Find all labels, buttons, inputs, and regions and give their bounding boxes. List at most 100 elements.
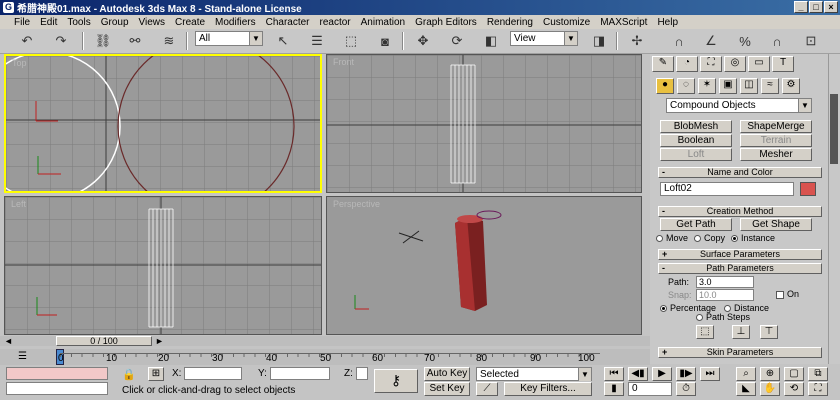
- pivot-center-icon[interactable]: ◨: [588, 31, 610, 51]
- app-icon[interactable]: G: [3, 2, 14, 13]
- unlink-icon[interactable]: ⚯: [124, 31, 146, 51]
- previous-shape-icon[interactable]: ⊥: [732, 325, 750, 339]
- menu-help[interactable]: Help: [653, 17, 684, 28]
- spinner-snap-icon[interactable]: ∩: [766, 31, 788, 51]
- loft-button[interactable]: Loft: [660, 148, 732, 161]
- minimize-button[interactable]: _: [794, 1, 808, 13]
- create-tab-icon[interactable]: ✎: [652, 56, 674, 72]
- space-warps-category-icon[interactable]: ≈: [761, 78, 779, 94]
- loft-column-wireframe[interactable]: [450, 64, 476, 184]
- field-of-view-icon[interactable]: ◣: [736, 382, 756, 396]
- next-shape-icon[interactable]: ⊤: [760, 325, 778, 339]
- move-radio[interactable]: Move: [656, 233, 688, 243]
- set-key-button[interactable]: Set Key: [424, 382, 470, 396]
- key-mode-icon[interactable]: ⚷: [374, 369, 418, 393]
- next-frame-icon[interactable]: ▮▶: [676, 367, 696, 381]
- viewport-label-left[interactable]: Left: [11, 199, 26, 209]
- x-coordinate-input[interactable]: [184, 367, 242, 380]
- go-to-end-icon[interactable]: ⏭: [700, 367, 720, 381]
- lock-selection-icon[interactable]: 🔒: [122, 368, 136, 381]
- menu-tools[interactable]: Tools: [63, 17, 96, 28]
- snap-spinner[interactable]: 10.0: [696, 289, 754, 301]
- select-and-manipulate-icon[interactable]: ✢: [626, 31, 648, 51]
- shapemerge-button[interactable]: ShapeMerge: [740, 120, 812, 133]
- hierarchy-tab-icon[interactable]: ⛶: [700, 56, 722, 72]
- named-selection-icon[interactable]: ⊡: [800, 31, 822, 51]
- name-and-color-rollout[interactable]: - Name and Color: [658, 167, 822, 178]
- object-name-input[interactable]: Loft02: [660, 182, 794, 196]
- scrollbar-thumb[interactable]: [830, 94, 838, 164]
- display-tab-icon[interactable]: ▭: [748, 56, 770, 72]
- maxscript-output[interactable]: [6, 382, 108, 395]
- path-spinner[interactable]: 3.0: [696, 276, 754, 288]
- select-and-move-icon[interactable]: ✥: [412, 31, 434, 51]
- z-coordinate-input[interactable]: [356, 367, 368, 380]
- lights-category-icon[interactable]: ✶: [698, 78, 716, 94]
- undo-icon[interactable]: ↶: [16, 31, 38, 51]
- menu-create[interactable]: Create: [171, 17, 211, 28]
- set-key-icon[interactable]: ⟋: [476, 382, 498, 396]
- key-selection-dropdown[interactable]: Selected ▼: [476, 367, 592, 381]
- y-coordinate-input[interactable]: [270, 367, 330, 380]
- menu-character[interactable]: Character: [262, 17, 316, 28]
- angle-snap-icon[interactable]: ∠: [700, 31, 722, 51]
- viewport-label-front[interactable]: Front: [333, 57, 354, 67]
- zoom-all-icon[interactable]: ⊕: [760, 367, 780, 381]
- pick-shape-icon[interactable]: ⬚: [696, 325, 714, 339]
- modify-tab-icon[interactable]: ◔: [676, 56, 698, 72]
- menu-animation[interactable]: Animation: [357, 17, 411, 28]
- loft-column-wireframe-left[interactable]: [148, 208, 174, 328]
- select-and-scale-icon[interactable]: ◧: [480, 31, 502, 51]
- helpers-category-icon[interactable]: ◫: [740, 78, 758, 94]
- redo-icon[interactable]: ↷: [50, 31, 72, 51]
- select-object-icon[interactable]: ↖: [272, 31, 294, 51]
- time-slider-thumb[interactable]: 0 / 100: [56, 336, 152, 346]
- maximize-viewport-icon[interactable]: ⛶: [808, 382, 828, 396]
- blobmesh-button[interactable]: BlobMesh: [660, 120, 732, 133]
- motion-tab-icon[interactable]: ◎: [724, 56, 746, 72]
- select-and-rotate-icon[interactable]: ⟳: [446, 31, 468, 51]
- copy-radio[interactable]: Copy: [694, 233, 725, 243]
- menu-modifiers[interactable]: Modifiers: [211, 17, 262, 28]
- menu-group[interactable]: Group: [97, 17, 135, 28]
- auto-key-button[interactable]: Auto Key: [424, 367, 470, 381]
- menu-edit[interactable]: Edit: [36, 17, 63, 28]
- menu-customize[interactable]: Customize: [539, 17, 596, 28]
- arc-rotate-icon[interactable]: ⟲: [784, 382, 804, 396]
- get-shape-button[interactable]: Get Shape: [740, 218, 812, 231]
- zoom-extents-icon[interactable]: ▢: [784, 367, 804, 381]
- viewport-label-top[interactable]: Top: [12, 58, 27, 68]
- select-by-name-icon[interactable]: ☰: [306, 31, 328, 51]
- pan-icon[interactable]: ✋: [760, 382, 780, 396]
- creation-method-rollout[interactable]: - Creation Method: [658, 206, 822, 217]
- terrain-button[interactable]: Terrain: [740, 134, 812, 147]
- viewport-left[interactable]: Left: [4, 196, 322, 335]
- path-steps-radio[interactable]: Path Steps: [696, 312, 750, 322]
- close-button[interactable]: ×: [824, 1, 838, 13]
- snap-toggle-icon[interactable]: ∩: [668, 31, 690, 51]
- maximize-button[interactable]: □: [809, 1, 823, 13]
- path-parameters-rollout[interactable]: - Path Parameters: [658, 263, 822, 274]
- absolute-mode-icon[interactable]: ⊞: [148, 367, 164, 381]
- shapes-category-icon[interactable]: ◌: [677, 78, 695, 94]
- viewport-label-perspective[interactable]: Perspective: [333, 199, 380, 209]
- utilities-tab-icon[interactable]: T: [772, 56, 794, 72]
- chevron-right-icon[interactable]: ►: [155, 336, 164, 346]
- command-panel-scrollbar[interactable]: [828, 54, 840, 364]
- track-bar[interactable]: ☰ 0 10 20 30 40 50 60 70 80 90 100: [0, 349, 650, 365]
- menu-reactor[interactable]: reactor: [316, 17, 357, 28]
- menu-file[interactable]: File: [10, 17, 36, 28]
- object-color-swatch[interactable]: [800, 182, 816, 196]
- key-mode-toggle-icon[interactable]: ▮: [604, 382, 624, 396]
- go-to-start-icon[interactable]: ⏮: [604, 367, 624, 381]
- get-path-button[interactable]: Get Path: [660, 218, 732, 231]
- category-dropdown[interactable]: Compound Objects ▼: [666, 98, 812, 113]
- previous-frame-icon[interactable]: ◀▮: [628, 367, 648, 381]
- current-frame-input[interactable]: 0: [628, 382, 672, 396]
- key-filters-button[interactable]: Key Filters...: [504, 382, 592, 396]
- viewport-perspective[interactable]: Perspective: [326, 196, 642, 335]
- viewport-top[interactable]: Top: [4, 54, 322, 193]
- reference-coordinate-dropdown[interactable]: View ▼: [510, 31, 578, 46]
- zoom-icon[interactable]: ⌕: [736, 367, 756, 381]
- menu-rendering[interactable]: Rendering: [483, 17, 539, 28]
